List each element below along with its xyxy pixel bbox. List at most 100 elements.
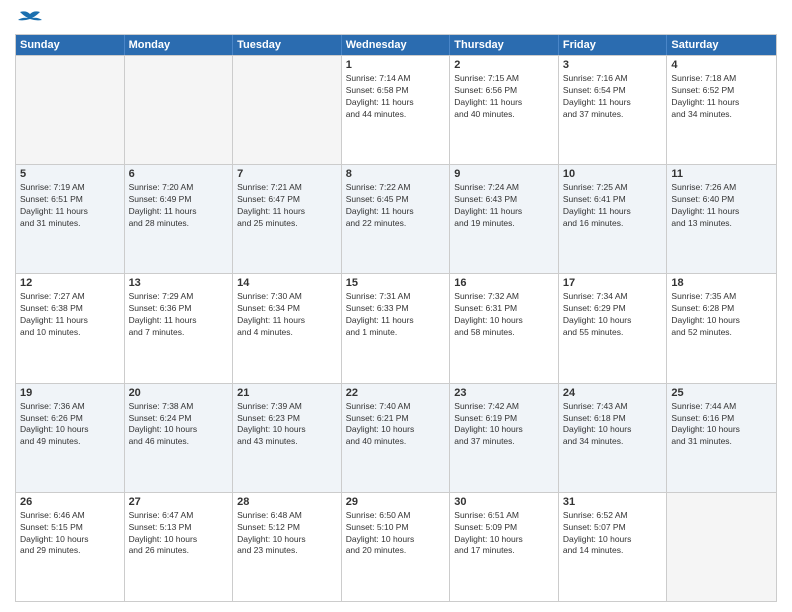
day-info: Sunrise: 7:44 AM Sunset: 6:16 PM Dayligh… (671, 401, 772, 449)
calendar-cell: 29 Sunrise: 6:50 AM Sunset: 5:10 PM Dayli… (342, 493, 451, 601)
day-info: Sunrise: 6:46 AM Sunset: 5:15 PM Dayligh… (20, 510, 120, 558)
day-number: 15 (346, 277, 446, 289)
calendar-cell: 20 Sunrise: 7:38 AM Sunset: 6:24 PM Dayli… (125, 384, 234, 492)
day-info: Sunrise: 7:26 AM Sunset: 6:40 PM Dayligh… (671, 182, 772, 230)
day-number: 31 (563, 496, 663, 508)
calendar-cell: 25 Sunrise: 7:44 AM Sunset: 6:16 PM Dayli… (667, 384, 776, 492)
day-info: Sunrise: 7:30 AM Sunset: 6:34 PM Dayligh… (237, 291, 337, 339)
calendar-cell (233, 56, 342, 164)
day-info: Sunrise: 7:20 AM Sunset: 6:49 PM Dayligh… (129, 182, 229, 230)
day-number: 21 (237, 387, 337, 399)
day-info: Sunrise: 7:32 AM Sunset: 6:31 PM Dayligh… (454, 291, 554, 339)
day-number: 26 (20, 496, 120, 508)
day-info: Sunrise: 7:14 AM Sunset: 6:58 PM Dayligh… (346, 73, 446, 121)
day-info: Sunrise: 6:50 AM Sunset: 5:10 PM Dayligh… (346, 510, 446, 558)
calendar-cell: 31 Sunrise: 6:52 AM Sunset: 5:07 PM Dayli… (559, 493, 668, 601)
calendar-cell: 21Sunrise: 7:39 AM Sunset: 6:23 PM Dayli… (233, 384, 342, 492)
day-number: 24 (563, 387, 663, 399)
day-info: Sunrise: 7:19 AM Sunset: 6:51 PM Dayligh… (20, 182, 120, 230)
day-number: 23 (454, 387, 554, 399)
calendar-cell: 22Sunrise: 7:40 AM Sunset: 6:21 PM Dayli… (342, 384, 451, 492)
day-number: 9 (454, 168, 554, 180)
calendar-cell: 14 Sunrise: 7:30 AM Sunset: 6:34 PM Dayli… (233, 274, 342, 382)
day-info: Sunrise: 7:38 AM Sunset: 6:24 PM Dayligh… (129, 401, 229, 449)
day-info: Sunrise: 7:36 AM Sunset: 6:26 PM Dayligh… (20, 401, 120, 449)
day-number: 11 (671, 168, 772, 180)
day-number: 20 (129, 387, 229, 399)
header-saturday: Saturday (667, 35, 776, 55)
calendar-cell: 9 Sunrise: 7:24 AM Sunset: 6:43 PM Daylig… (450, 165, 559, 273)
calendar-cell: 2Sunrise: 7:15 AM Sunset: 6:56 PM Daylig… (450, 56, 559, 164)
calendar-cell (125, 56, 234, 164)
calendar-cell: 23 Sunrise: 7:42 AM Sunset: 6:19 PM Dayli… (450, 384, 559, 492)
day-number: 19 (20, 387, 120, 399)
calendar-cell: 7 Sunrise: 7:21 AM Sunset: 6:47 PM Daylig… (233, 165, 342, 273)
day-number: 17 (563, 277, 663, 289)
day-number: 30 (454, 496, 554, 508)
calendar-header: Sunday Monday Tuesday Wednesday Thursday… (16, 35, 776, 55)
day-info: Sunrise: 7:31 AM Sunset: 6:33 PM Dayligh… (346, 291, 446, 339)
calendar-cell: 6 Sunrise: 7:20 AM Sunset: 6:49 PM Daylig… (125, 165, 234, 273)
header-thursday: Thursday (450, 35, 559, 55)
calendar-body: 1 Sunrise: 7:14 AM Sunset: 6:58 PM Daylig… (16, 55, 776, 601)
calendar-cell: 8Sunrise: 7:22 AM Sunset: 6:45 PM Daylig… (342, 165, 451, 273)
calendar-row-1: 1 Sunrise: 7:14 AM Sunset: 6:58 PM Daylig… (16, 55, 776, 164)
calendar-cell: 26 Sunrise: 6:46 AM Sunset: 5:15 PM Dayli… (16, 493, 125, 601)
calendar-cell: 16 Sunrise: 7:32 AM Sunset: 6:31 PM Dayli… (450, 274, 559, 382)
day-number: 16 (454, 277, 554, 289)
day-number: 29 (346, 496, 446, 508)
day-info: Sunrise: 7:24 AM Sunset: 6:43 PM Dayligh… (454, 182, 554, 230)
calendar-cell: 18Sunrise: 7:35 AM Sunset: 6:28 PM Dayli… (667, 274, 776, 382)
calendar-cell: 19 Sunrise: 7:36 AM Sunset: 6:26 PM Dayli… (16, 384, 125, 492)
calendar-row-2: 5 Sunrise: 7:19 AM Sunset: 6:51 PM Daylig… (16, 164, 776, 273)
day-number: 1 (346, 59, 446, 71)
calendar-row-3: 12Sunrise: 7:27 AM Sunset: 6:38 PM Dayli… (16, 273, 776, 382)
day-info: Sunrise: 6:52 AM Sunset: 5:07 PM Dayligh… (563, 510, 663, 558)
day-number: 22 (346, 387, 446, 399)
calendar-cell: 17 Sunrise: 7:34 AM Sunset: 6:29 PM Dayli… (559, 274, 668, 382)
calendar-cell: 3 Sunrise: 7:16 AM Sunset: 6:54 PM Daylig… (559, 56, 668, 164)
day-info: Sunrise: 7:29 AM Sunset: 6:36 PM Dayligh… (129, 291, 229, 339)
logo-bird-icon (16, 10, 44, 32)
calendar-row-5: 26 Sunrise: 6:46 AM Sunset: 5:15 PM Dayli… (16, 492, 776, 601)
calendar-cell (667, 493, 776, 601)
day-info: Sunrise: 7:34 AM Sunset: 6:29 PM Dayligh… (563, 291, 663, 339)
calendar-cell: 11 Sunrise: 7:26 AM Sunset: 6:40 PM Dayli… (667, 165, 776, 273)
day-number: 5 (20, 168, 120, 180)
calendar-cell: 1 Sunrise: 7:14 AM Sunset: 6:58 PM Daylig… (342, 56, 451, 164)
header-tuesday: Tuesday (233, 35, 342, 55)
header-friday: Friday (559, 35, 668, 55)
day-info: Sunrise: 7:18 AM Sunset: 6:52 PM Dayligh… (671, 73, 772, 121)
day-info: Sunrise: 7:16 AM Sunset: 6:54 PM Dayligh… (563, 73, 663, 121)
day-number: 12 (20, 277, 120, 289)
day-info: Sunrise: 6:51 AM Sunset: 5:09 PM Dayligh… (454, 510, 554, 558)
calendar-cell: 5 Sunrise: 7:19 AM Sunset: 6:51 PM Daylig… (16, 165, 125, 273)
calendar-cell: 27 Sunrise: 6:47 AM Sunset: 5:13 PM Dayli… (125, 493, 234, 601)
day-number: 28 (237, 496, 337, 508)
header-wednesday: Wednesday (342, 35, 451, 55)
day-number: 6 (129, 168, 229, 180)
day-number: 25 (671, 387, 772, 399)
day-number: 3 (563, 59, 663, 71)
calendar-cell: 10Sunrise: 7:25 AM Sunset: 6:41 PM Dayli… (559, 165, 668, 273)
day-info: Sunrise: 7:22 AM Sunset: 6:45 PM Dayligh… (346, 182, 446, 230)
day-info: Sunrise: 7:21 AM Sunset: 6:47 PM Dayligh… (237, 182, 337, 230)
calendar-cell (16, 56, 125, 164)
calendar-cell: 15 Sunrise: 7:31 AM Sunset: 6:33 PM Dayli… (342, 274, 451, 382)
calendar: Sunday Monday Tuesday Wednesday Thursday… (15, 34, 777, 602)
calendar-row-4: 19 Sunrise: 7:36 AM Sunset: 6:26 PM Dayli… (16, 383, 776, 492)
day-info: Sunrise: 7:42 AM Sunset: 6:19 PM Dayligh… (454, 401, 554, 449)
calendar-cell: 24Sunrise: 7:43 AM Sunset: 6:18 PM Dayli… (559, 384, 668, 492)
day-number: 18 (671, 277, 772, 289)
calendar-cell: 4Sunrise: 7:18 AM Sunset: 6:52 PM Daylig… (667, 56, 776, 164)
day-number: 27 (129, 496, 229, 508)
day-info: Sunrise: 6:47 AM Sunset: 5:13 PM Dayligh… (129, 510, 229, 558)
calendar-cell: 13Sunrise: 7:29 AM Sunset: 6:36 PM Dayli… (125, 274, 234, 382)
day-number: 14 (237, 277, 337, 289)
header (15, 10, 777, 28)
day-number: 2 (454, 59, 554, 71)
logo (15, 10, 44, 28)
header-sunday: Sunday (16, 35, 125, 55)
day-number: 7 (237, 168, 337, 180)
header-monday: Monday (125, 35, 234, 55)
